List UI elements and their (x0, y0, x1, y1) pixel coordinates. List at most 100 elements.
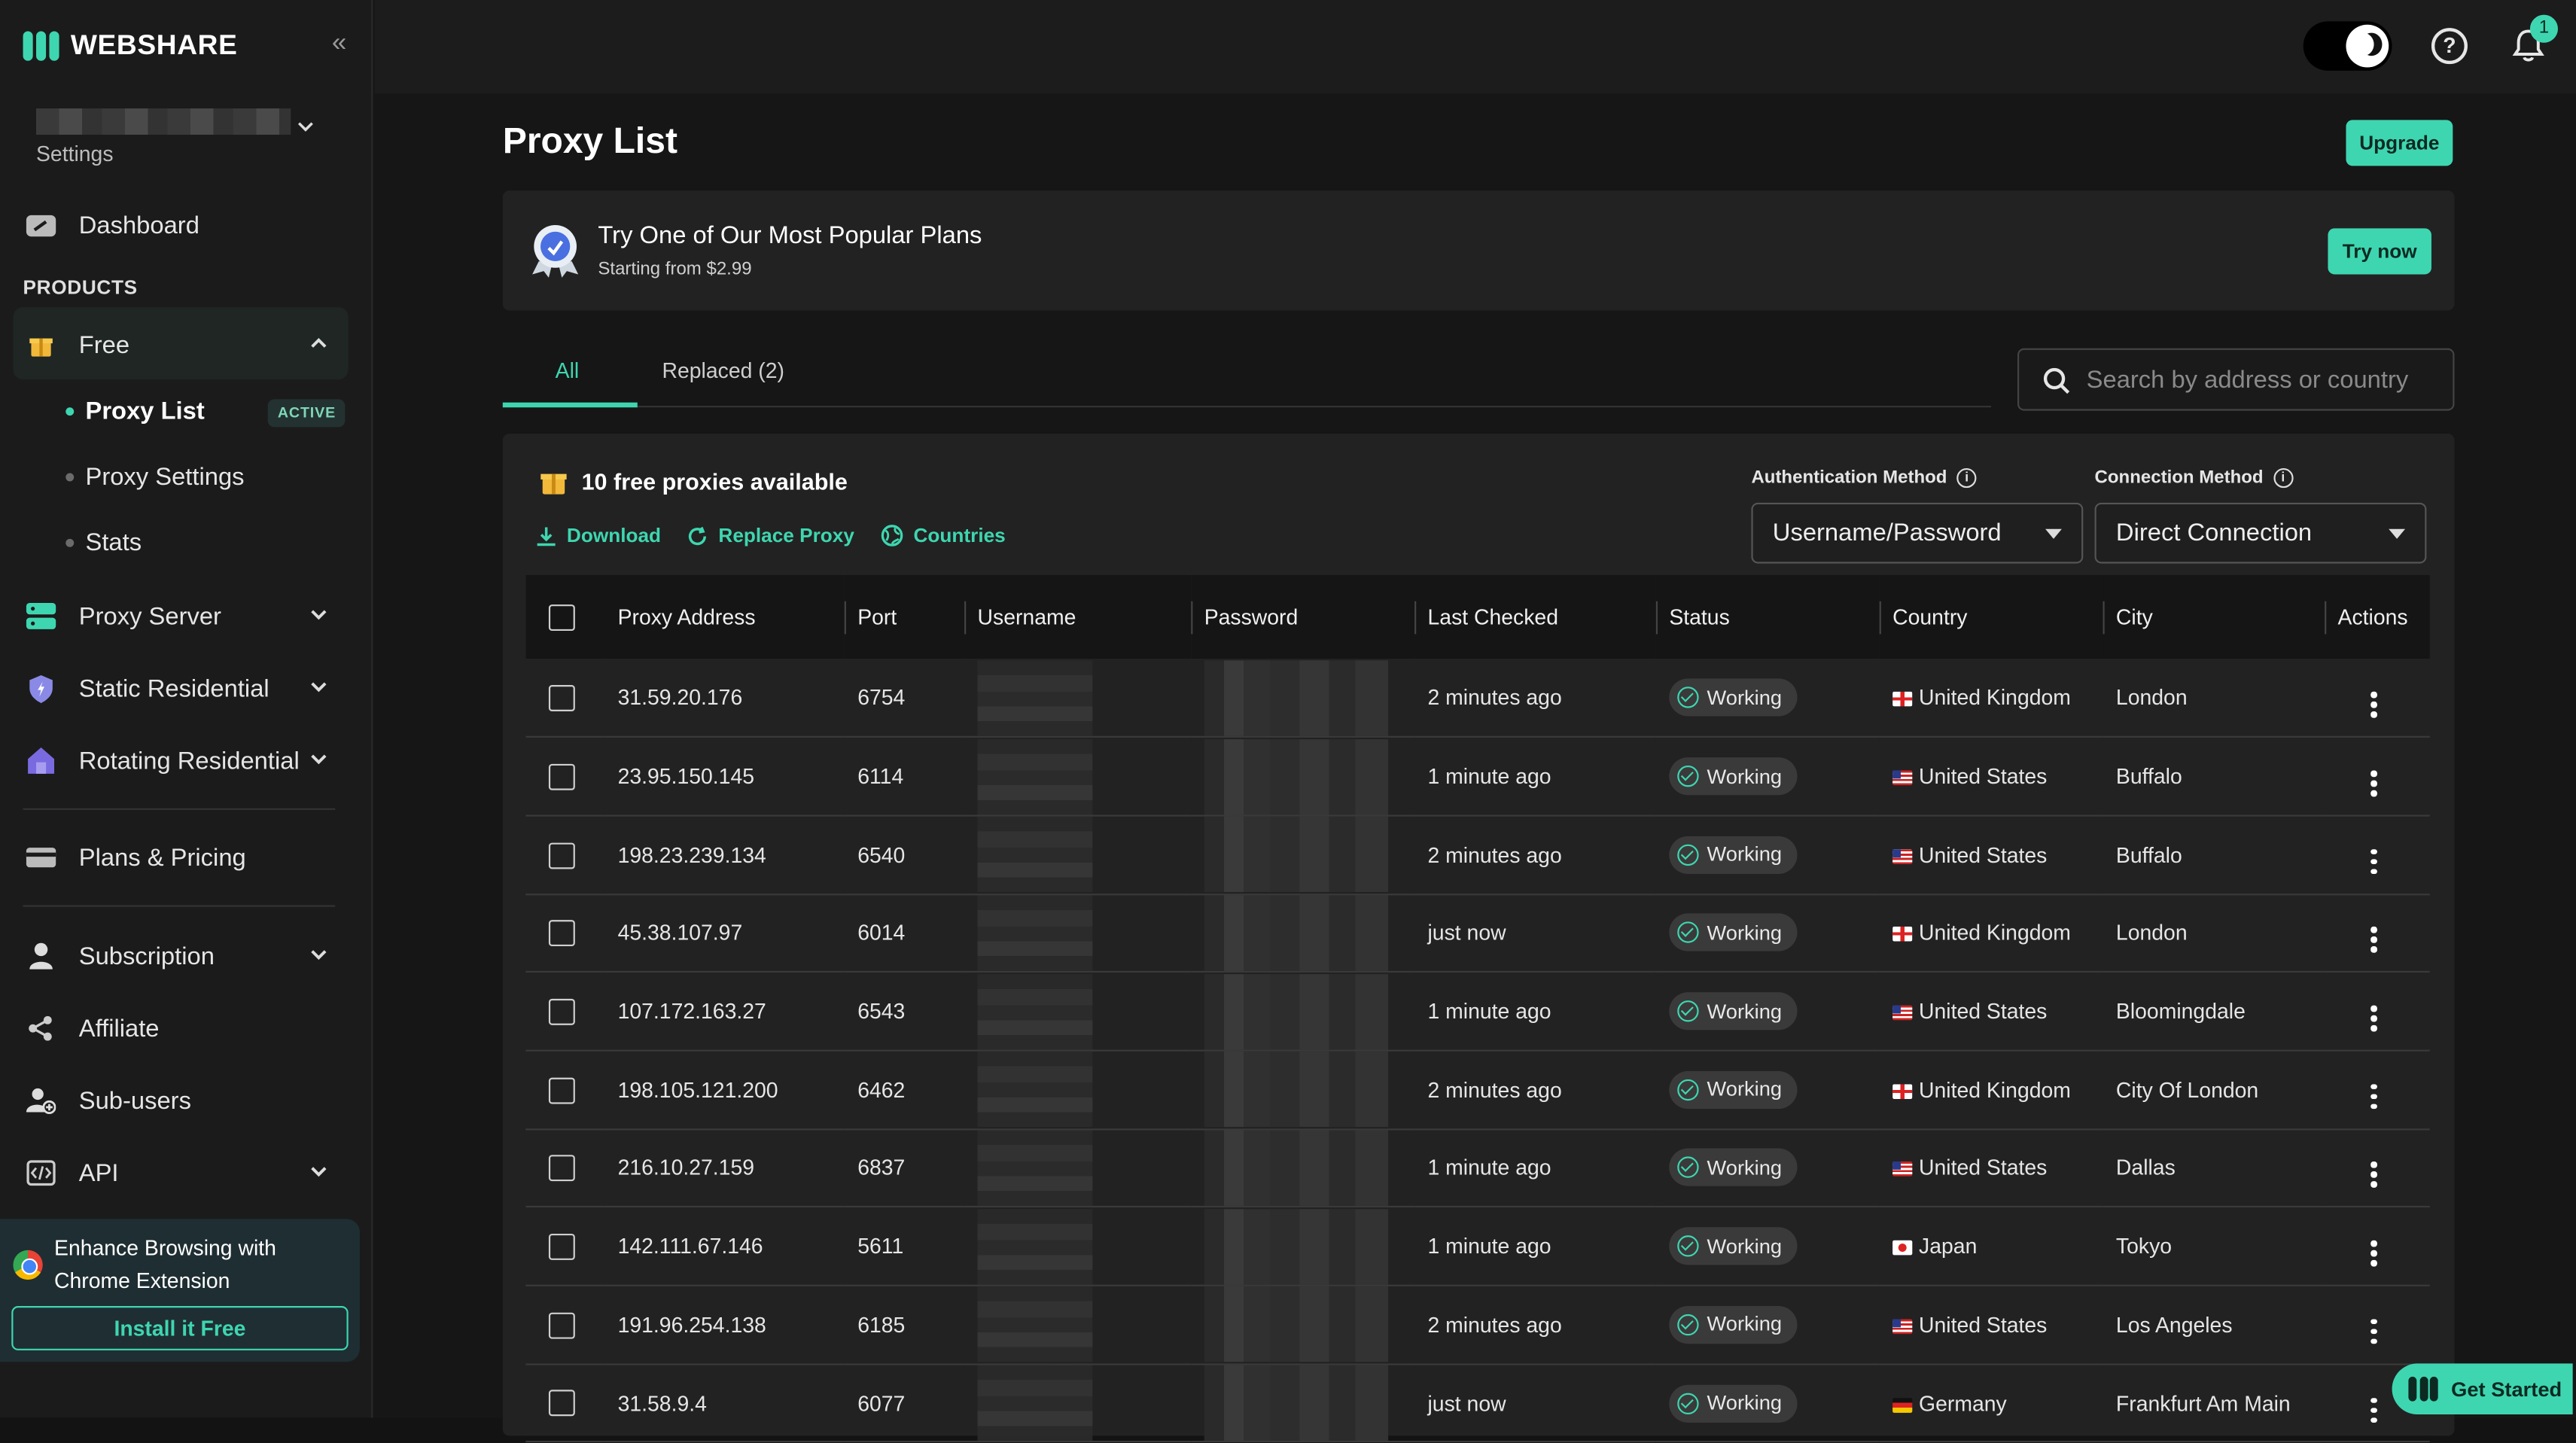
table-row[interactable]: 191.96.254.138 6185 2 minutes ago Working Un… (525, 1286, 2430, 1364)
more-actions-icon[interactable] (2370, 927, 2377, 953)
sidebar-item-sub-users[interactable]: Sub-users (23, 1082, 191, 1119)
username-redacted[interactable] (964, 1129, 1191, 1207)
chevron-down-icon[interactable] (297, 118, 314, 135)
row-checkbox[interactable] (548, 920, 575, 947)
more-actions-icon[interactable] (2370, 848, 2377, 875)
table-row[interactable]: 142.111.67.146 5611 1 minute ago Working Jap… (525, 1207, 2430, 1286)
sidebar-item-rotating-residential[interactable]: Rotating Residential (23, 742, 300, 778)
more-actions-icon[interactable] (2370, 1319, 2377, 1344)
get-started-button[interactable]: Get Started (2392, 1363, 2573, 1415)
row-checkbox[interactable] (548, 998, 575, 1025)
account-name-redacted[interactable] (36, 108, 291, 135)
more-actions-icon[interactable] (2370, 770, 2377, 796)
search-input[interactable] (2086, 349, 2431, 409)
proxy-address[interactable]: 142.111.67.146 (604, 1207, 845, 1286)
table-row[interactable]: 45.38.107.97 6014 just now Working United Ki… (525, 894, 2430, 973)
row-checkbox[interactable] (548, 842, 575, 869)
install-extension-button[interactable]: Install it Free (11, 1306, 349, 1350)
sidebar-item-free[interactable]: Free (23, 327, 129, 363)
connection-method-select[interactable]: Direct Connection (2094, 502, 2427, 564)
sidebar-item-dashboard[interactable]: Dashboard (23, 207, 199, 243)
collapse-sidebar-icon[interactable]: « (332, 29, 346, 59)
password-redacted[interactable] (1191, 659, 1414, 737)
column-header[interactable]: Last Checked (1414, 575, 1656, 659)
chevron-down-icon[interactable] (307, 747, 330, 771)
sidebar-subitem-proxy-settings[interactable]: Proxy Settings (65, 463, 245, 492)
proxy-address[interactable]: 216.10.27.159 (604, 1129, 845, 1207)
row-checkbox[interactable] (548, 763, 575, 790)
column-header[interactable]: City (2103, 575, 2325, 659)
proxy-address[interactable]: 45.38.107.97 (604, 894, 845, 972)
password-redacted[interactable] (1191, 1051, 1414, 1129)
table-row[interactable]: 23.95.150.145 6114 1 minute ago Working Unit… (525, 737, 2430, 816)
info-icon[interactable]: i (1956, 467, 1977, 489)
sidebar-item-proxy-server[interactable]: Proxy Server (23, 598, 221, 634)
chevron-up-icon[interactable] (307, 332, 330, 355)
sidebar-subitem-stats[interactable]: Stats (65, 529, 142, 557)
proxy-address[interactable]: 198.23.239.134 (604, 815, 845, 894)
more-actions-icon[interactable] (2370, 1083, 2377, 1110)
password-redacted[interactable] (1191, 737, 1414, 815)
table-row[interactable]: 198.23.239.134 6540 2 minutes ago Working Un… (525, 815, 2430, 894)
password-redacted[interactable] (1191, 1364, 1414, 1442)
username-redacted[interactable] (964, 1051, 1191, 1129)
help-icon[interactable]: ? (2431, 28, 2468, 65)
row-checkbox[interactable] (548, 1311, 575, 1338)
row-checkbox[interactable] (548, 1076, 575, 1104)
proxy-address[interactable]: 198.105.121.200 (604, 1051, 845, 1129)
sidebar-item-static-residential[interactable]: Static Residential (23, 670, 269, 706)
sidebar-item-plans-pricing[interactable]: Plans & Pricing (23, 839, 246, 875)
more-actions-icon[interactable] (2370, 1161, 2377, 1188)
proxy-address[interactable]: 23.95.150.145 (604, 737, 845, 815)
proxy-address[interactable]: 31.59.20.176 (604, 659, 845, 737)
sidebar-item-affiliate[interactable]: Affiliate (23, 1010, 160, 1046)
password-redacted[interactable] (1191, 1129, 1414, 1207)
chevron-down-icon[interactable] (307, 675, 330, 699)
proxy-address[interactable]: 107.172.163.27 (604, 972, 845, 1050)
more-actions-icon[interactable] (2370, 691, 2377, 717)
table-row[interactable]: 198.105.121.200 6462 2 minutes ago Working U… (525, 1051, 2430, 1129)
column-header[interactable]: Password (1191, 575, 1414, 659)
chevron-down-icon[interactable] (307, 1160, 330, 1183)
table-row[interactable]: 31.59.20.176 6754 2 minutes ago Working Unit… (525, 659, 2430, 738)
password-redacted[interactable] (1191, 972, 1414, 1050)
username-redacted[interactable] (964, 1286, 1191, 1364)
proxy-address[interactable]: 191.96.254.138 (604, 1286, 845, 1364)
column-header[interactable]: Username (964, 575, 1191, 659)
row-checkbox[interactable] (548, 684, 575, 711)
username-redacted[interactable] (964, 659, 1191, 737)
username-redacted[interactable] (964, 972, 1191, 1050)
countries-button[interactable]: Countries (881, 524, 1006, 547)
username-redacted[interactable] (964, 1364, 1191, 1442)
row-checkbox[interactable] (548, 1390, 575, 1417)
sidebar-item-api[interactable]: API (23, 1155, 119, 1191)
tab-replaced[interactable]: Replaced (2) (662, 358, 784, 383)
replace-proxy-button[interactable]: Replace Proxy (687, 524, 854, 547)
auth-method-select[interactable]: Username/Password (1751, 502, 2084, 564)
column-header[interactable]: Country (1879, 575, 2103, 659)
settings-link[interactable]: Settings (36, 142, 114, 166)
select-all-checkbox[interactable] (548, 604, 575, 631)
password-redacted[interactable] (1191, 1207, 1414, 1286)
username-redacted[interactable] (964, 1207, 1191, 1286)
column-header[interactable]: Port (844, 575, 964, 659)
theme-toggle[interactable] (2303, 21, 2392, 71)
column-header[interactable]: Status (1655, 575, 1880, 659)
row-checkbox[interactable] (548, 1233, 575, 1260)
password-redacted[interactable] (1191, 815, 1414, 894)
table-row[interactable]: 31.58.9.4 6077 just now Working Germany Frank… (525, 1364, 2430, 1442)
username-redacted[interactable] (964, 737, 1191, 815)
brand[interactable]: WEBSHARE (23, 29, 238, 62)
more-actions-icon[interactable] (2370, 1241, 2377, 1266)
password-redacted[interactable] (1191, 1286, 1414, 1364)
more-actions-icon[interactable] (2370, 1005, 2377, 1031)
sidebar-item-subscription[interactable]: Subscription (23, 938, 215, 974)
column-header[interactable]: Proxy Address (604, 575, 845, 659)
table-row[interactable]: 107.172.163.27 6543 1 minute ago Working Uni… (525, 972, 2430, 1051)
chevron-down-icon[interactable] (307, 943, 330, 967)
upgrade-button[interactable]: Upgrade (2346, 120, 2453, 166)
proxy-address[interactable]: 31.58.9.4 (604, 1364, 845, 1442)
username-redacted[interactable] (964, 894, 1191, 972)
password-redacted[interactable] (1191, 894, 1414, 972)
row-checkbox[interactable] (548, 1155, 575, 1182)
